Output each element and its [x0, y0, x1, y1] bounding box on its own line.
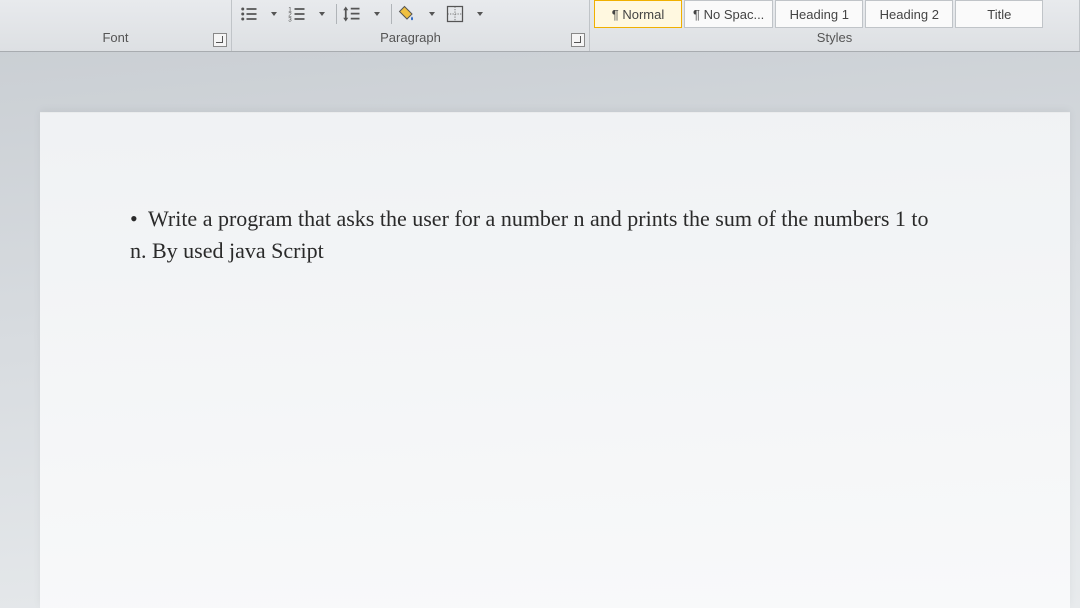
borders-dropdown[interactable]: [468, 3, 490, 25]
style-heading-1[interactable]: Heading 1: [775, 0, 863, 28]
style-normal-label: ¶ Normal: [612, 7, 665, 22]
paragraph-group-icons: 123: [232, 0, 589, 28]
bullet-glyph: •: [130, 203, 148, 235]
style-no-spacing-label: ¶ No Spac...: [693, 7, 764, 22]
style-heading-1-label: Heading 1: [790, 7, 849, 22]
font-group: Font: [0, 0, 232, 51]
paragraph-group: 123 Paragraph: [232, 0, 590, 51]
bullet-paragraph: •Write a program that asks the user for …: [130, 203, 950, 267]
paragraph-group-label: Paragraph: [232, 28, 589, 49]
styles-group-label: Styles: [590, 28, 1079, 49]
style-normal[interactable]: ¶ Normal: [594, 0, 682, 28]
document-area: •Write a program that asks the user for …: [0, 52, 1080, 608]
style-heading-2[interactable]: Heading 2: [865, 0, 953, 28]
number-list-icon[interactable]: 123: [286, 3, 308, 25]
divider: [391, 4, 392, 24]
style-heading-2-label: Heading 2: [880, 7, 939, 22]
bullet-list-icon[interactable]: [238, 3, 260, 25]
style-title-label: Title: [987, 7, 1011, 22]
font-dialog-launcher[interactable]: [213, 33, 227, 47]
shading-dropdown[interactable]: [420, 3, 442, 25]
font-group-label: Font: [0, 28, 231, 49]
borders-icon[interactable]: [444, 3, 466, 25]
paragraph-dialog-launcher[interactable]: [571, 33, 585, 47]
style-no-spacing[interactable]: ¶ No Spac...: [684, 0, 773, 28]
bullet-list-dropdown[interactable]: [262, 3, 284, 25]
line-spacing-dropdown[interactable]: [365, 3, 387, 25]
ribbon-toolbar: Font 123 Pa: [0, 0, 1080, 52]
number-list-dropdown[interactable]: [310, 3, 332, 25]
line-spacing-icon[interactable]: [341, 3, 363, 25]
font-group-icons: [0, 0, 231, 28]
document-page[interactable]: •Write a program that asks the user for …: [40, 112, 1070, 608]
shading-icon[interactable]: [396, 3, 418, 25]
svg-text:3: 3: [288, 17, 292, 24]
divider: [336, 4, 337, 24]
style-title[interactable]: Title: [955, 0, 1043, 28]
styles-gallery: ¶ Normal ¶ No Spac... Heading 1 Heading …: [590, 0, 1079, 28]
bullet-text: Write a program that asks the user for a…: [130, 206, 929, 263]
styles-group: ¶ Normal ¶ No Spac... Heading 1 Heading …: [590, 0, 1080, 51]
